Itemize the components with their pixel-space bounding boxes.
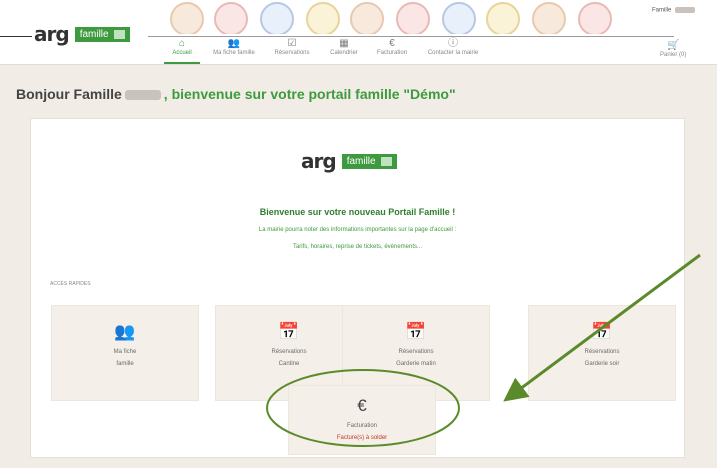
logo-text: arg bbox=[301, 149, 337, 173]
greeting-suffix: , bienvenue sur votre portail famille "D… bbox=[163, 86, 456, 102]
greeting-prefix: Bonjour Famille bbox=[16, 86, 122, 102]
nav-ma-fiche-famille[interactable]: 👥 Ma fiche famille bbox=[208, 38, 260, 56]
tile-ma-fiche-famille[interactable]: 👥 Ma fiche famille bbox=[51, 305, 199, 401]
info-icon: ⓘ bbox=[448, 38, 458, 49]
logo-badge: famille bbox=[341, 153, 397, 169]
nav-reservations[interactable]: ☑ Réservations bbox=[270, 38, 314, 56]
header-illustration bbox=[150, 0, 670, 34]
tile-sublabel: Cantine bbox=[278, 361, 300, 367]
euro-icon: € bbox=[357, 396, 367, 415]
tile-label: Ma fiche bbox=[113, 349, 137, 355]
tile-label: Réservations bbox=[398, 349, 434, 355]
logo-text: arg bbox=[34, 22, 70, 46]
crown-icon bbox=[380, 156, 392, 166]
nav-facturation[interactable]: € Facturation bbox=[372, 38, 412, 56]
tile-sublabel: famille bbox=[116, 361, 134, 367]
logo-badge: famille bbox=[74, 26, 130, 42]
logo-badge-label: famille bbox=[79, 28, 109, 40]
top-bar: arg famille Famille ⌂ Accueil 👥 Ma fiche… bbox=[0, 0, 717, 65]
nav-label: Réservations bbox=[274, 50, 310, 56]
tile-label: Réservations bbox=[271, 349, 307, 355]
header-divider bbox=[0, 36, 32, 37]
tile-reservations-garderie-soir[interactable]: 📅 Réservations Garderie soir bbox=[528, 305, 676, 401]
tile-sublabel: Garderie soir bbox=[584, 361, 620, 367]
cart-icon: 🛒 bbox=[666, 40, 680, 51]
logo-badge-label: famille bbox=[346, 155, 376, 167]
user-label: Famille bbox=[652, 7, 672, 14]
portal-logo: arg famille bbox=[301, 149, 397, 173]
tile-label: Facturation bbox=[346, 423, 377, 429]
tile-label: Réservations bbox=[584, 349, 620, 355]
app-logo[interactable]: arg famille bbox=[34, 22, 130, 46]
welcome-info-details: Tarifs, horaires, reprise de tickets, év… bbox=[292, 244, 423, 250]
welcome-info: La mairie pourra noter des informations … bbox=[258, 227, 457, 233]
family-icon: 👥 bbox=[227, 38, 241, 49]
cart-label: Panier (0) bbox=[660, 52, 687, 58]
nav-label: Accueil bbox=[172, 50, 192, 56]
calendar-icon: ▦ bbox=[339, 38, 349, 49]
euro-icon: € bbox=[389, 38, 395, 49]
nav-label: Contacter la mairie bbox=[427, 50, 479, 56]
calendar-check-icon: 📅 bbox=[278, 322, 300, 341]
tile-alert: Facture(s) à solder bbox=[336, 435, 388, 441]
nav-label: Ma fiche famille bbox=[213, 50, 255, 56]
nav-contacter-la-mairie[interactable]: ⓘ Contacter la mairie bbox=[422, 38, 484, 56]
calendar-check-icon: ☑ bbox=[287, 38, 297, 49]
crown-icon bbox=[113, 29, 125, 39]
tile-facturation[interactable]: € Facturation Facture(s) à solder bbox=[288, 385, 436, 455]
redacted-name bbox=[675, 7, 696, 13]
calendar-check-icon: 📅 bbox=[405, 322, 427, 341]
home-icon: ⌂ bbox=[178, 38, 186, 49]
family-icon: 👥 bbox=[114, 322, 136, 341]
cart-button[interactable]: 🛒 Panier (0) bbox=[660, 40, 686, 58]
nav-label: Facturation bbox=[376, 50, 407, 56]
tile-sublabel: Garderie matin bbox=[396, 361, 436, 367]
page-title: Bonjour Famille , bienvenue sur votre por… bbox=[16, 86, 456, 102]
redacted-family-name bbox=[124, 90, 161, 101]
header-divider bbox=[148, 36, 674, 37]
nav-label: Calendrier bbox=[330, 50, 358, 56]
quick-access-label: ACCÈS RAPIDES bbox=[50, 281, 91, 287]
nav-accueil[interactable]: ⌂ Accueil bbox=[164, 38, 200, 64]
calendar-check-icon: 📅 bbox=[591, 322, 613, 341]
user-menu[interactable]: Famille bbox=[652, 7, 696, 14]
welcome-title: Bienvenue sur votre nouveau Portail Fami… bbox=[259, 207, 456, 217]
nav-calendrier[interactable]: ▦ Calendrier bbox=[324, 38, 364, 56]
home-card: arg famille Bienvenue sur votre nouveau … bbox=[30, 118, 685, 458]
